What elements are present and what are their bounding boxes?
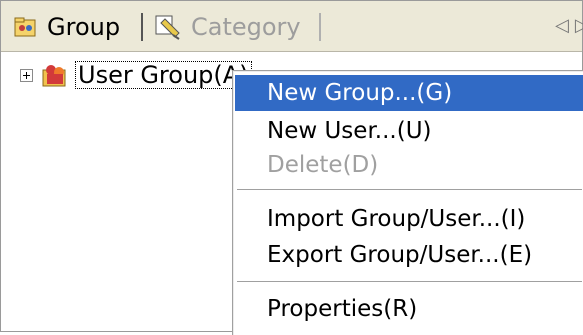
tab-divider xyxy=(141,13,143,41)
tab-scroll-arrows[interactable]: ◁▷ xyxy=(555,15,583,36)
tab-group-label: Group xyxy=(47,13,121,41)
tree-item-label: User Group(A) xyxy=(75,61,252,89)
menu-item-new-group[interactable]: New Group...(G) xyxy=(235,75,583,111)
menu-item-import[interactable]: Import Group/User...(I) xyxy=(235,201,583,237)
tab-divider xyxy=(319,13,321,41)
menu-item-new-user[interactable]: New User...(U) xyxy=(235,113,583,149)
tab-bar: Group Category ◁▷ xyxy=(1,1,583,52)
scroll-right-icon[interactable]: ▷ xyxy=(575,15,583,36)
group-folder-icon xyxy=(14,17,36,37)
menu-separator xyxy=(237,281,582,283)
menu-item-export[interactable]: Export Group/User...(E) xyxy=(235,237,583,273)
tab-category[interactable]: Category xyxy=(153,11,301,43)
tab-group[interactable]: Group xyxy=(13,11,120,43)
menu-item-properties[interactable]: Properties(R) xyxy=(235,291,583,327)
menu-item-delete: Delete(D) xyxy=(267,152,379,178)
scroll-left-icon[interactable]: ◁ xyxy=(555,15,575,36)
expand-icon[interactable] xyxy=(20,68,33,82)
category-icon xyxy=(155,15,180,40)
context-menu: New Group...(G) New User...(U) Delete(D)… xyxy=(232,70,583,335)
menu-separator xyxy=(237,189,582,191)
tree-item-user-group[interactable]: User Group(A) xyxy=(20,60,252,90)
user-group-icon xyxy=(42,65,66,87)
tab-category-label: Category xyxy=(191,13,301,41)
